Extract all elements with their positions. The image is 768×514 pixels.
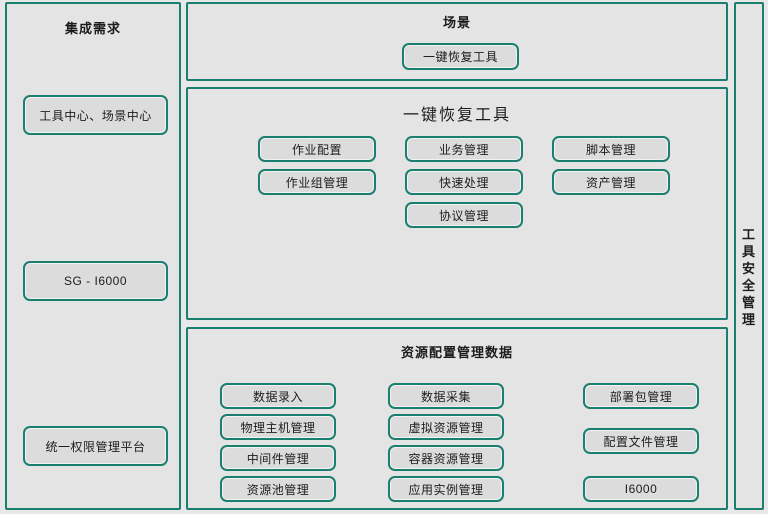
- node-configuration-file-management[interactable]: 配置文件管理: [583, 428, 699, 454]
- tool-security-management-title: 工具安全管理: [736, 226, 762, 328]
- architecture-diagram: 集成需求 工具中心、场景中心 SG - I6000 统一权限管理平台 场景 一键…: [0, 0, 768, 514]
- node-business-management[interactable]: 业务管理: [405, 136, 523, 162]
- tool-security-management-char: 工: [741, 227, 756, 242]
- node-unified-permission-platform[interactable]: 统一权限管理平台: [23, 426, 168, 466]
- node-deployment-package-management[interactable]: 部署包管理: [583, 383, 699, 409]
- node-application-instance-management[interactable]: 应用实例管理: [388, 476, 504, 502]
- node-tool-center-scene-center[interactable]: 工具中心、场景中心: [23, 95, 168, 135]
- resource-configuration-data-panel: 资源配置管理数据 数据录入 物理主机管理 中间件管理 资源池管理 数据采集 虚拟…: [186, 327, 728, 510]
- node-asset-management[interactable]: 资产管理: [552, 169, 670, 195]
- node-one-click-recovery-tool-scene[interactable]: 一键恢复工具: [402, 43, 519, 70]
- tool-security-management-char: 具: [741, 244, 756, 259]
- node-container-resource-management[interactable]: 容器资源管理: [388, 445, 504, 471]
- tool-security-management-panel: 工具安全管理: [734, 2, 764, 510]
- tool-security-management-char: 管: [741, 295, 756, 310]
- scene-panel-title: 场景: [442, 15, 471, 30]
- node-protocol-management[interactable]: 协议管理: [405, 202, 523, 228]
- node-data-collection[interactable]: 数据采集: [388, 383, 504, 409]
- node-sg-i6000[interactable]: SG - I6000: [23, 261, 168, 301]
- tool-security-management-char: 安: [741, 261, 756, 276]
- one-click-recovery-tool-title: 一键恢复工具: [402, 107, 511, 124]
- integration-requirements-panel: 集成需求 工具中心、场景中心 SG - I6000 统一权限管理平台: [5, 2, 181, 510]
- node-resource-pool-management[interactable]: 资源池管理: [220, 476, 336, 502]
- scene-panel: 场景 一键恢复工具: [186, 2, 728, 81]
- node-middleware-management[interactable]: 中间件管理: [220, 445, 336, 471]
- node-job-configuration[interactable]: 作业配置: [258, 136, 376, 162]
- node-i6000[interactable]: I6000: [583, 476, 699, 502]
- tool-security-management-char: 全: [741, 278, 756, 293]
- one-click-recovery-tool-panel: 一键恢复工具 作业配置 作业组管理 业务管理 快速处理 协议管理 脚本管理 资产…: [186, 87, 728, 320]
- node-physical-host-management[interactable]: 物理主机管理: [220, 414, 336, 440]
- integration-requirements-title: 集成需求: [64, 21, 121, 36]
- node-data-entry[interactable]: 数据录入: [220, 383, 336, 409]
- resource-configuration-data-title: 资源配置管理数据: [400, 345, 513, 360]
- node-job-group-management[interactable]: 作业组管理: [258, 169, 376, 195]
- node-virtual-resource-management[interactable]: 虚拟资源管理: [388, 414, 504, 440]
- node-script-management[interactable]: 脚本管理: [552, 136, 670, 162]
- tool-security-management-char: 理: [741, 312, 756, 327]
- node-quick-processing[interactable]: 快速处理: [405, 169, 523, 195]
